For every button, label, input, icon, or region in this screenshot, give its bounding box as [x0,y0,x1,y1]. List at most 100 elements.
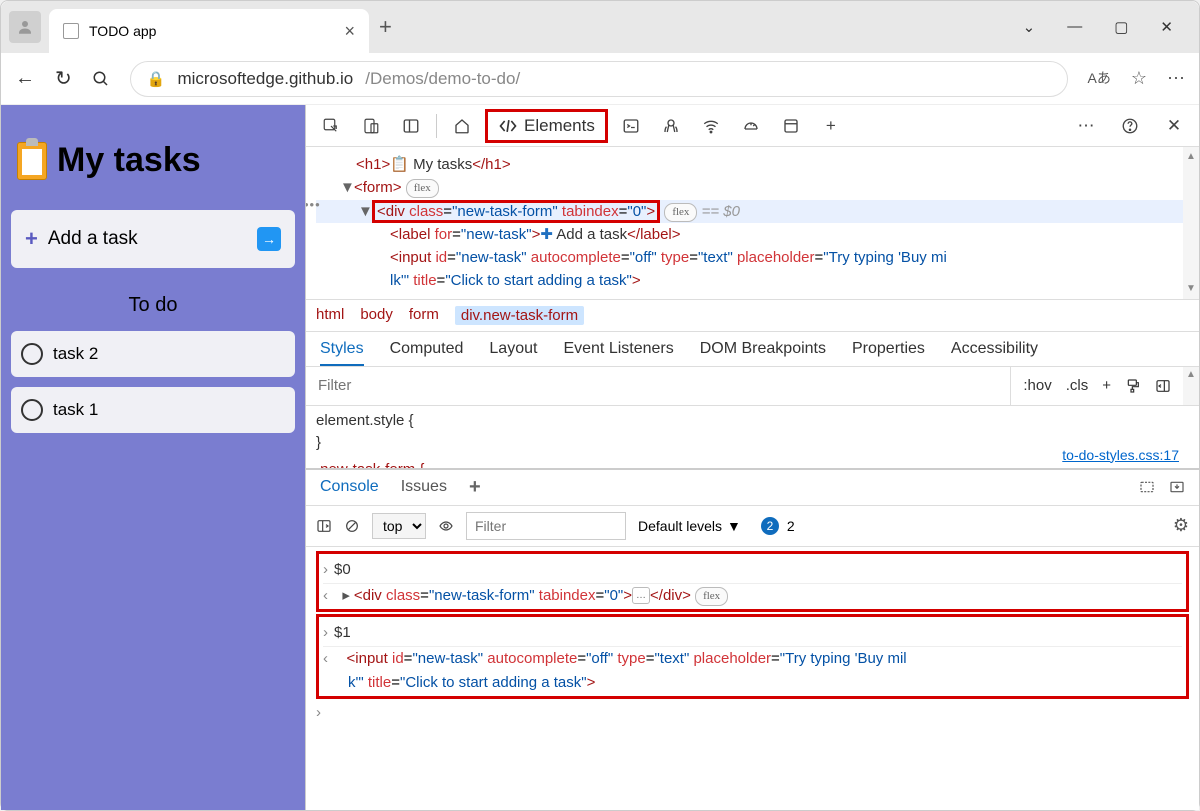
address-bar: ← ↻ 🔒 microsoftedge.github.io/Demos/demo… [1,53,1199,105]
dock-icon[interactable] [394,111,428,141]
dom-row-actions-icon[interactable]: ••• [306,195,321,215]
submit-task-button[interactable]: → [257,227,281,251]
section-todo-title: To do [11,294,295,317]
chevron-down-icon[interactable]: ⌄ [1023,18,1036,36]
back-button[interactable]: ← [15,67,35,90]
log-levels-dropdown[interactable]: Default levels ▼ [638,518,741,534]
cls-toggle[interactable]: .cls [1066,377,1089,394]
inspect-icon[interactable] [314,111,348,141]
tab-elements[interactable]: Elements [485,109,608,143]
maximize-icon[interactable]: ▢ [1114,18,1128,36]
tab-title: TODO app [89,23,156,39]
url-input[interactable]: 🔒 microsoftedge.github.io/Demos/demo-to-… [130,61,1068,97]
crumb-body[interactable]: body [360,306,393,325]
profile-button[interactable] [9,11,41,43]
context-select[interactable]: top [372,513,426,539]
tab-layout[interactable]: Layout [489,340,537,358]
css-source-link[interactable]: to-do-styles.css:17 [1062,445,1179,466]
task-radio-icon[interactable] [21,399,43,421]
task-label: task 1 [53,400,98,420]
minimize-icon[interactable]: — [1067,18,1082,36]
performance-icon[interactable] [734,111,768,141]
console-sidebar-icon[interactable] [316,518,332,534]
more-tabs-icon[interactable]: + [814,111,848,141]
console-filter-input[interactable] [466,512,626,540]
task-radio-icon[interactable] [21,343,43,365]
breadcrumb: html body form div.new-task-form [306,299,1199,331]
devtools-panel: Elements + ⋯ ✕ ••• <h1>📋 My tasks</h1> ▼… [305,105,1199,810]
page-favicon-icon [63,23,79,39]
new-style-icon[interactable]: + [1102,377,1111,394]
url-path: /Demos/demo-to-do/ [365,69,520,89]
drawer-expand-icon[interactable] [1139,479,1155,495]
add-task-input[interactable]: + Add a task → [11,210,295,268]
task-item[interactable]: task 2 [11,331,295,377]
count-text: 2 [787,518,795,534]
more-icon[interactable]: ⋯ [1167,68,1185,89]
flex-badge[interactable]: flex [406,179,439,198]
network-icon[interactable] [694,111,728,141]
sources-icon[interactable] [654,111,688,141]
hov-toggle[interactable]: :hov [1023,377,1051,394]
styles-tabs: Styles Computed Layout Event Listeners D… [306,331,1199,367]
browser-tab[interactable]: TODO app × [49,9,369,53]
welcome-icon[interactable] [445,111,479,141]
tab-console[interactable]: Console [320,478,379,496]
expand-icon[interactable]: ▼ [340,176,354,199]
newtask-rule: .new-task-form { [316,461,424,468]
tab-properties[interactable]: Properties [852,340,925,358]
close-tab-icon[interactable]: × [344,21,355,42]
dom-scrollbar[interactable] [1183,147,1199,299]
flex-badge[interactable]: flex [664,203,697,222]
console-output[interactable]: ›$0 ‹ ▸<div class="new-task-form" tabind… [306,547,1199,811]
refresh-button[interactable]: ↻ [55,66,72,91]
help-icon[interactable] [1113,111,1147,141]
device-toggle-icon[interactable] [354,111,388,141]
tab-issues[interactable]: Issues [401,478,447,496]
title-text: My tasks [57,141,201,180]
dom-tree[interactable]: ••• <h1>📋 My tasks</h1> ▼<form> flex ▼<d… [306,147,1199,299]
crumb-html[interactable]: html [316,306,344,325]
styles-body[interactable]: element.style { } .new-task-form { to-do… [306,406,1199,468]
drawer-dock-icon[interactable] [1169,479,1185,495]
close-window-icon[interactable]: ✕ [1160,18,1173,36]
console-icon[interactable] [614,111,648,141]
tab-computed[interactable]: Computed [390,340,464,358]
clipboard-icon [17,142,47,180]
tab-event-listeners[interactable]: Event Listeners [563,340,673,358]
paint-icon[interactable] [1125,378,1141,394]
flex-badge[interactable]: flex [695,587,728,606]
tab-accessibility[interactable]: Accessibility [951,340,1038,358]
toggle-sidebar-icon[interactable] [1155,378,1171,394]
live-expression-icon[interactable] [438,518,454,534]
console-input-0: $0 [334,561,351,578]
console-settings-icon[interactable]: ⚙ [1173,515,1189,536]
application-icon[interactable] [774,111,808,141]
console-input-1: $1 [334,624,351,641]
titlebar: TODO app × + ⌄ — ▢ ✕ [1,1,1199,53]
clear-console-icon[interactable] [344,518,360,534]
styles-scrollbar[interactable]: ▲ [1183,367,1199,405]
task-item[interactable]: task 1 [11,387,295,433]
add-drawer-tab-icon[interactable]: + [469,476,481,499]
lock-icon: 🔒 [147,70,166,88]
page-title: My tasks [17,141,289,180]
expand-icon[interactable]: ▼ [358,200,372,223]
tab-dom-breakpoints[interactable]: DOM Breakpoints [700,340,826,358]
read-aloud-button[interactable]: Aあ [1088,68,1111,89]
close-devtools-icon[interactable]: ✕ [1157,111,1191,141]
devtools-more-icon[interactable]: ⋯ [1069,111,1103,141]
dollar-zero: == $0 [702,203,740,220]
crumb-div[interactable]: div.new-task-form [455,306,584,325]
elements-label: Elements [524,116,595,136]
styles-filter-input[interactable] [306,368,1010,403]
new-tab-button[interactable]: + [379,14,392,40]
search-icon[interactable] [92,70,110,88]
url-host: microsoftedge.github.io [177,69,353,89]
message-count-badge[interactable]: 2 [761,517,779,535]
favorite-button[interactable]: ☆ [1131,68,1147,89]
tab-styles[interactable]: Styles [320,340,364,366]
window-controls: ⌄ — ▢ ✕ [1023,18,1191,36]
task-label: task 2 [53,344,98,364]
crumb-form[interactable]: form [409,306,439,325]
